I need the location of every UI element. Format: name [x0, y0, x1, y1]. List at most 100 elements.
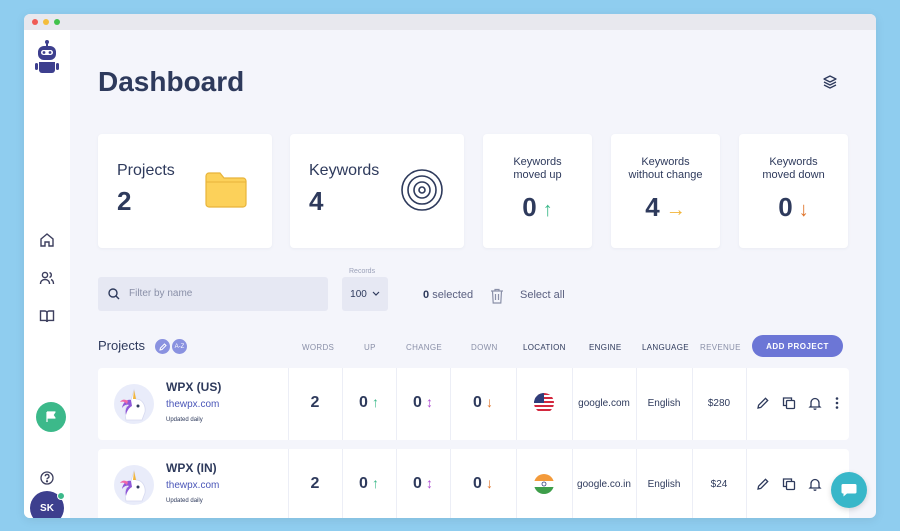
main-content: Dashboard Projects 2 Keywords 4 Keywords… [70, 30, 876, 518]
edit-icon[interactable] [756, 396, 770, 410]
project-url[interactable]: thewpx.com [166, 399, 219, 410]
project-update-frequency: Updated daily [166, 417, 203, 423]
bell-icon[interactable] [808, 396, 822, 410]
col-header-revenue[interactable]: REVENUE [700, 343, 741, 352]
project-url[interactable]: thewpx.com [166, 480, 219, 491]
minimize-window-dot[interactable] [43, 19, 49, 25]
user-initials: SK [40, 502, 54, 514]
copy-icon[interactable] [782, 477, 796, 491]
up-count: 0 [359, 475, 368, 492]
chat-support-button[interactable] [831, 472, 867, 508]
add-project-button[interactable]: ADD PROJECT [752, 335, 843, 357]
chevron-down-icon [372, 291, 380, 296]
table-row[interactable]: WPX (US) thewpx.com Updated daily 2 0 ↑ 0… [98, 368, 849, 440]
col-header-change[interactable]: CHANGE [406, 343, 442, 352]
keywords-moved-up-card[interactable]: Keywords moved up 0 ↑ [483, 134, 592, 248]
project-name[interactable]: WPX (IN) [166, 461, 217, 475]
close-window-dot[interactable] [32, 19, 38, 25]
projects-card[interactable]: Projects 2 [98, 134, 272, 248]
app-window: SK Dashboard Projects 2 Keywords 4 Keywo… [24, 14, 876, 518]
selected-count-text: 0 selected [423, 289, 473, 301]
flag-action-button[interactable] [36, 402, 66, 432]
engine-value: google.com [578, 398, 630, 409]
up-count-wrap: 0 ↑ [342, 394, 396, 412]
projects-card-value: 2 [117, 186, 132, 216]
project-name[interactable]: WPX (US) [166, 380, 221, 394]
projects-table-title: Projects [98, 338, 145, 353]
help-icon[interactable] [40, 471, 54, 485]
col-header-location[interactable]: LOCATION [523, 343, 566, 352]
arrow-down-icon: ↓ [485, 394, 493, 410]
cell-divider [516, 368, 517, 440]
home-icon[interactable] [37, 230, 57, 250]
filter-search-placeholder: Filter by name [129, 288, 193, 299]
up-count-wrap: 0 ↑ [342, 475, 396, 493]
select-all-link[interactable]: Select all [520, 289, 565, 301]
keywords-moved-down-card[interactable]: Keywords moved down 0 ↓ [739, 134, 848, 248]
keywords-without-change-card[interactable]: Keywords without change 4 → [611, 134, 720, 248]
bell-icon[interactable] [808, 477, 822, 491]
arrow-right-icon: → [665, 199, 686, 221]
col-header-down[interactable]: DOWN [471, 343, 498, 352]
moved-up-title-line2: moved up [513, 169, 562, 181]
records-value: 100 [350, 288, 367, 300]
change-count-wrap: 0 ↕ [396, 475, 450, 493]
robot-logo-icon[interactable] [34, 40, 60, 74]
no-change-title-line1: Keywords [641, 156, 690, 168]
moved-up-value-wrap: 0 ↑ [483, 192, 592, 223]
users-icon[interactable] [37, 268, 57, 288]
arrow-down-icon: ↓ [798, 199, 809, 221]
cell-divider [516, 449, 517, 518]
filter-search-box[interactable]: Filter by name [98, 277, 328, 311]
arrow-up-down-icon: ↕ [425, 475, 433, 491]
projects-card-label: Projects [117, 162, 175, 179]
down-count-wrap: 0 ↓ [450, 475, 516, 493]
layers-icon[interactable] [822, 74, 838, 90]
col-header-engine[interactable]: ENGINE [589, 343, 621, 352]
records-select[interactable]: 100 [342, 277, 388, 311]
words-count: 2 [310, 475, 320, 492]
up-count: 0 [359, 394, 368, 411]
down-count-wrap: 0 ↓ [450, 394, 516, 412]
no-change-title: Keywords without change [611, 156, 720, 182]
us-flag-icon [534, 393, 554, 413]
col-header-words[interactable]: WORDS [302, 343, 334, 352]
col-header-language[interactable]: LANGUAGE [642, 343, 689, 352]
language-value: English [647, 479, 681, 490]
search-icon [108, 288, 120, 300]
table-row[interactable]: WPX (IN) thewpx.com Updated daily 2 0 ↑ 0… [98, 449, 849, 518]
trash-icon[interactable] [490, 288, 504, 304]
book-icon[interactable] [37, 306, 57, 326]
col-header-up[interactable]: UP [364, 343, 376, 352]
engine-value: google.co.in [577, 479, 631, 490]
revenue-value: $280 [707, 398, 731, 409]
change-count: 0 [413, 475, 422, 492]
project-update-frequency: Updated daily [166, 498, 203, 504]
folder-icon [204, 170, 248, 215]
keywords-card[interactable]: Keywords 4 [290, 134, 464, 248]
moved-down-value-wrap: 0 ↓ [739, 192, 848, 223]
moved-down-title: Keywords moved down [739, 156, 848, 182]
target-icon [400, 168, 444, 217]
down-count: 0 [473, 394, 482, 411]
sort-az-icon[interactable]: A-Z [172, 339, 187, 354]
unicorn-logo-icon [114, 465, 154, 505]
flag-icon [46, 411, 56, 422]
edit-icon[interactable] [756, 477, 770, 491]
maximize-window-dot[interactable] [54, 19, 60, 25]
india-flag-icon [534, 474, 554, 494]
no-change-value-wrap: 4 → [611, 192, 720, 223]
no-change-value: 4 [645, 192, 660, 222]
keywords-card-value: 4 [309, 186, 324, 216]
copy-icon[interactable] [782, 396, 796, 410]
cell-divider [746, 368, 747, 440]
page-title: Dashboard [98, 66, 245, 97]
more-vertical-icon[interactable] [830, 396, 844, 410]
selected-count: 0 [423, 289, 430, 301]
arrow-up-icon: ↑ [371, 475, 379, 491]
moved-up-title-line1: Keywords [513, 156, 562, 168]
edit-pencil-icon[interactable] [155, 339, 170, 354]
online-status-dot [57, 492, 65, 500]
no-change-title-line2: without change [628, 169, 703, 181]
change-count-wrap: 0 ↕ [396, 394, 450, 412]
